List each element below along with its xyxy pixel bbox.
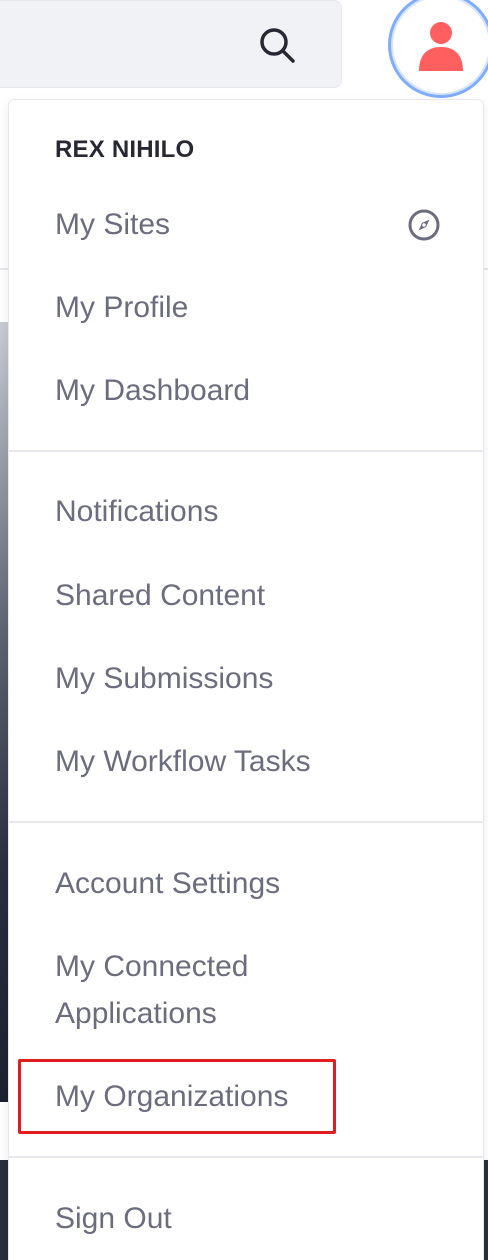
menu-item-label-line2: Applications: [55, 997, 217, 1030]
user-menu-dropdown: REX NIHILO My Sites My Profile My Dashbo…: [8, 99, 484, 1260]
menu-item-notifications[interactable]: Notifications: [55, 488, 218, 535]
menu-item-my-submissions[interactable]: My Submissions: [55, 655, 273, 702]
menu-item-my-organizations[interactable]: My Organizations: [55, 1073, 288, 1120]
menu-item-label-line1: My Connected: [55, 950, 249, 983]
user-avatar-button[interactable]: [388, 0, 488, 98]
menu-divider: [9, 1156, 483, 1158]
menu-divider: [9, 450, 483, 452]
menu-item-my-connected-applications[interactable]: My Connected Applications: [55, 943, 248, 1037]
menu-item-my-dashboard[interactable]: My Dashboard: [55, 367, 250, 414]
background-image-edge-right: [484, 1160, 488, 1260]
menu-item-shared-content[interactable]: Shared Content: [55, 572, 265, 619]
search-input[interactable]: [0, 0, 342, 88]
menu-item-sign-out[interactable]: Sign Out: [55, 1195, 172, 1242]
menu-item-my-profile[interactable]: My Profile: [55, 284, 188, 331]
menu-item-my-sites[interactable]: My Sites: [55, 201, 170, 248]
page: REX NIHILO My Sites My Profile My Dashbo…: [0, 0, 488, 1260]
menu-item-my-workflow-tasks[interactable]: My Workflow Tasks: [55, 738, 311, 785]
search-icon[interactable]: [255, 23, 299, 67]
user-name-header: REX NIHILO: [55, 136, 195, 163]
user-icon: [419, 22, 463, 71]
compass-icon: [408, 209, 440, 241]
menu-item-account-settings[interactable]: Account Settings: [55, 860, 280, 907]
menu-divider: [9, 821, 483, 823]
